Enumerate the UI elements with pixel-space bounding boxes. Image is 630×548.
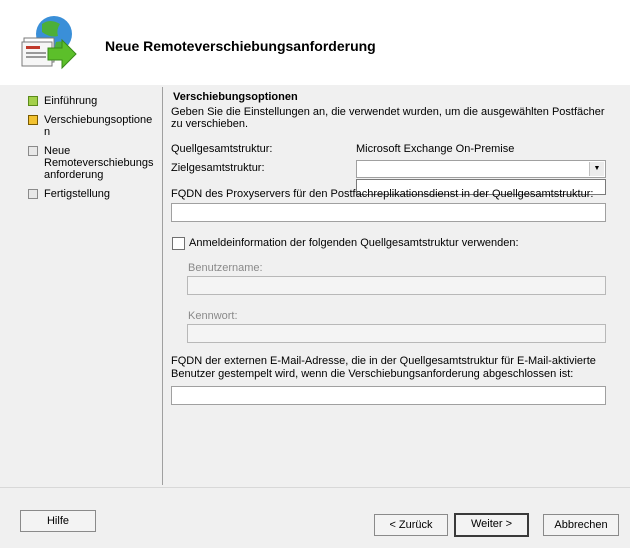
source-forest-label: Quellgesamtstruktur:: [171, 143, 273, 155]
password-input[interactable]: [187, 324, 606, 343]
step-done-icon: [28, 96, 38, 106]
wizard-steps: Einführung Verschiebungsoptione n Neue R…: [28, 95, 158, 207]
help-button[interactable]: Hilfe: [20, 510, 96, 532]
step-label: Fertigstellung: [44, 188, 111, 200]
step-label: Verschiebungsoptione n: [44, 114, 153, 138]
fqdn-email-label: FQDN der externen E-Mail-Adresse, die in…: [171, 355, 596, 380]
target-forest-combobox[interactable]: ▼: [356, 160, 606, 178]
cancel-button[interactable]: Abbrechen: [543, 514, 619, 536]
chevron-down-icon[interactable]: ▼: [589, 162, 604, 176]
use-credentials-label: Anmeldeinformation der folgenden Quellge…: [189, 237, 519, 249]
wizard-header: Neue Remoteverschiebungsanforderung: [0, 0, 630, 85]
section-title: Verschiebungsoptionen: [173, 91, 298, 103]
exchange-move-mailbox-icon: [21, 16, 77, 70]
footer-divider: [0, 487, 630, 488]
username-input[interactable]: [187, 276, 606, 295]
back-button[interactable]: < Zurück: [374, 514, 448, 536]
target-forest-label: Zielgesamtstruktur:: [171, 162, 265, 174]
fqdn-email-input[interactable]: [171, 386, 606, 405]
use-credentials-checkbox[interactable]: [172, 237, 185, 250]
username-label: Benutzername:: [188, 262, 263, 274]
fqdn-proxy-label: FQDN des Proxyservers für den Postfachre…: [171, 188, 594, 200]
step-label: Neue Remoteverschiebungs anforderung: [44, 145, 154, 181]
step-pending-icon: [28, 146, 38, 156]
step-verschiebungsoptionen: Verschiebungsoptione n: [28, 114, 158, 138]
vertical-divider: [162, 87, 163, 485]
step-label: Einführung: [44, 95, 98, 107]
step-neue-remoteverschiebungsanforderung: Neue Remoteverschiebungs anforderung: [28, 145, 158, 181]
step-pending-icon: [28, 189, 38, 199]
wizard-content: Einführung Verschiebungsoptione n Neue R…: [0, 85, 630, 548]
section-description: Geben Sie die Einstellungen an, die verw…: [171, 106, 605, 130]
source-forest-value: Microsoft Exchange On-Premise: [356, 143, 515, 155]
fqdn-proxy-input[interactable]: [171, 203, 606, 222]
step-fertigstellung: Fertigstellung: [28, 188, 158, 200]
next-button[interactable]: Weiter >: [454, 513, 529, 537]
wizard-title: Neue Remoteverschiebungsanforderung: [105, 38, 376, 54]
step-einfuehrung: Einführung: [28, 95, 158, 107]
step-current-icon: [28, 115, 38, 125]
password-label: Kennwort:: [188, 310, 238, 322]
